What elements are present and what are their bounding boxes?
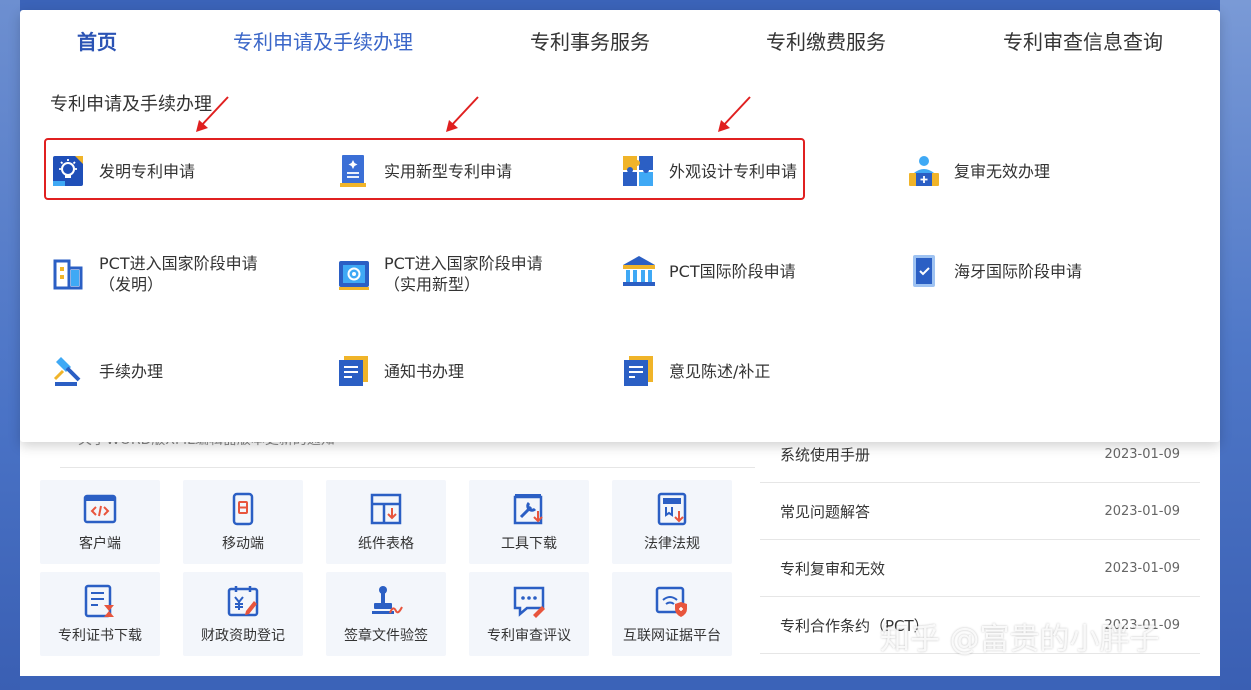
tool-icon [513, 494, 543, 525]
menu-item-label: 通知书办理 [384, 361, 465, 381]
tile-label: 纸件表格 [358, 536, 414, 552]
menu-item-label: 海牙国际阶段申请 [954, 261, 1083, 281]
menu-hague-international[interactable]: 海牙国际阶段申请 [906, 253, 1082, 289]
menu-item-label: PCT国际阶段申请 [669, 261, 796, 281]
background-right [1220, 0, 1251, 690]
mega-menu-panel: 首页 专利申请及手续办理 专利事务服务 专利缴费服务 专利审查信息查询 专利申请… [20, 10, 1220, 442]
menu-notices[interactable]: 通知书办理 [336, 353, 464, 389]
nav-patent-affairs[interactable]: 专利事务服务 [530, 26, 650, 55]
highlight-box [44, 138, 805, 200]
menu-item-label: 复审无效办理 [954, 161, 1051, 181]
menu-procedures[interactable]: 手续办理 [51, 353, 163, 389]
notice-icon [339, 356, 368, 386]
top-nav: 首页 专利申请及手续办理 专利事务服务 专利缴费服务 专利审查信息查询 [20, 10, 1220, 70]
tile-label: 客户端 [79, 536, 121, 552]
tile-review-evaluation[interactable]: 专利审查评议 [469, 572, 589, 656]
tile-funding[interactable]: 财政资助登记 [183, 572, 303, 656]
law-book-icon [657, 492, 687, 526]
gavel-icon [53, 357, 81, 386]
form-icon [624, 356, 653, 386]
service-tiles: 客户端 移动端 纸件表格 工具下载 法律法规 专利证书下载 财政资助登记 签章文… [40, 480, 740, 656]
nav-patent-fees[interactable]: 专利缴费服务 [766, 26, 886, 55]
list-item-date: 2023-01-09 [1104, 560, 1180, 576]
menu-item-label: 意见陈述/补正 [669, 361, 771, 381]
web-shield-icon [655, 586, 687, 617]
menu-pct-national-utility[interactable]: PCT进入国家阶段申请 （实用新型） [336, 253, 543, 295]
person-icon [909, 156, 939, 186]
list-item[interactable]: 专利复审和无效 2023-01-09 [760, 540, 1200, 597]
calendar-yen-icon [227, 586, 259, 617]
bank-icon [623, 256, 655, 286]
tile-mobile[interactable]: 移动端 [183, 480, 303, 564]
tile-laws[interactable]: 法律法规 [612, 480, 732, 564]
code-window-icon [83, 494, 117, 524]
menu-item-text: PCT进入国家阶段申请 （实用新型） [384, 253, 543, 295]
menu-opinion-correction[interactable]: 意见陈述/补正 [621, 353, 770, 389]
tablet-icon [913, 255, 935, 287]
menu-item-text: PCT进入国家阶段申请 （发明） [99, 253, 258, 295]
menu-item-sublabel: （发明） [99, 275, 164, 294]
tile-paper-forms[interactable]: 纸件表格 [326, 480, 446, 564]
menu-reexamination-invalidation[interactable]: 复审无效办理 [906, 153, 1050, 189]
tile-label: 互联网证据平台 [623, 628, 721, 644]
arrow-icon [718, 96, 751, 132]
tile-signature-verify[interactable]: 签章文件验签 [326, 572, 446, 656]
tile-client[interactable]: 客户端 [40, 480, 160, 564]
list-item-title: 常见问题解答 [780, 502, 871, 521]
stamp-icon [372, 586, 403, 614]
list-item-date: 2023-01-09 [1104, 446, 1180, 462]
list-item-date: 2023-01-09 [1104, 503, 1180, 519]
tile-label: 财政资助登记 [201, 628, 285, 644]
background-left [0, 0, 20, 690]
menu-pct-national-invention[interactable]: PCT进入国家阶段申请 （发明） [51, 253, 258, 295]
nav-patent-application[interactable]: 专利申请及手续办理 [233, 26, 413, 55]
list-item-title: 专利复审和无效 [780, 559, 886, 578]
menu-pct-international[interactable]: PCT国际阶段申请 [621, 253, 796, 289]
tile-label: 移动端 [222, 536, 264, 552]
nav-home[interactable]: 首页 [77, 26, 117, 55]
menu-item-label: PCT进入国家阶段申请 [384, 254, 543, 273]
table-icon [370, 493, 402, 525]
nav-patent-examination-query[interactable]: 专利审查信息查询 [1003, 26, 1163, 55]
section-title: 专利申请及手续办理 [50, 94, 212, 115]
list-item-title: 系统使用手册 [780, 445, 871, 464]
watermark: 知乎 @富贵的小胖子 [880, 622, 1160, 657]
tile-label: 签章文件验签 [344, 628, 428, 644]
tile-label: 专利审查评议 [487, 628, 571, 644]
tile-label: 工具下载 [501, 536, 557, 552]
chat-icon [513, 586, 545, 618]
certificate-icon [84, 584, 114, 618]
list-item[interactable]: 常见问题解答 2023-01-09 [760, 483, 1200, 540]
menu-item-sublabel: （实用新型） [384, 275, 481, 294]
safe-icon [339, 261, 369, 290]
building-icon [53, 259, 83, 290]
tile-internet-evidence[interactable]: 互联网证据平台 [612, 572, 732, 656]
arrow-icon [446, 96, 479, 132]
tile-tool-download[interactable]: 工具下载 [469, 480, 589, 564]
arrow-icon [196, 96, 229, 132]
menu-item-label: 手续办理 [99, 361, 164, 381]
tile-certificate[interactable]: 专利证书下载 [40, 572, 160, 656]
tile-label: 专利证书下载 [58, 628, 142, 644]
mobile-icon [232, 492, 254, 526]
menu-item-label: PCT进入国家阶段申请 [99, 254, 258, 273]
tile-label: 法律法规 [644, 536, 700, 552]
